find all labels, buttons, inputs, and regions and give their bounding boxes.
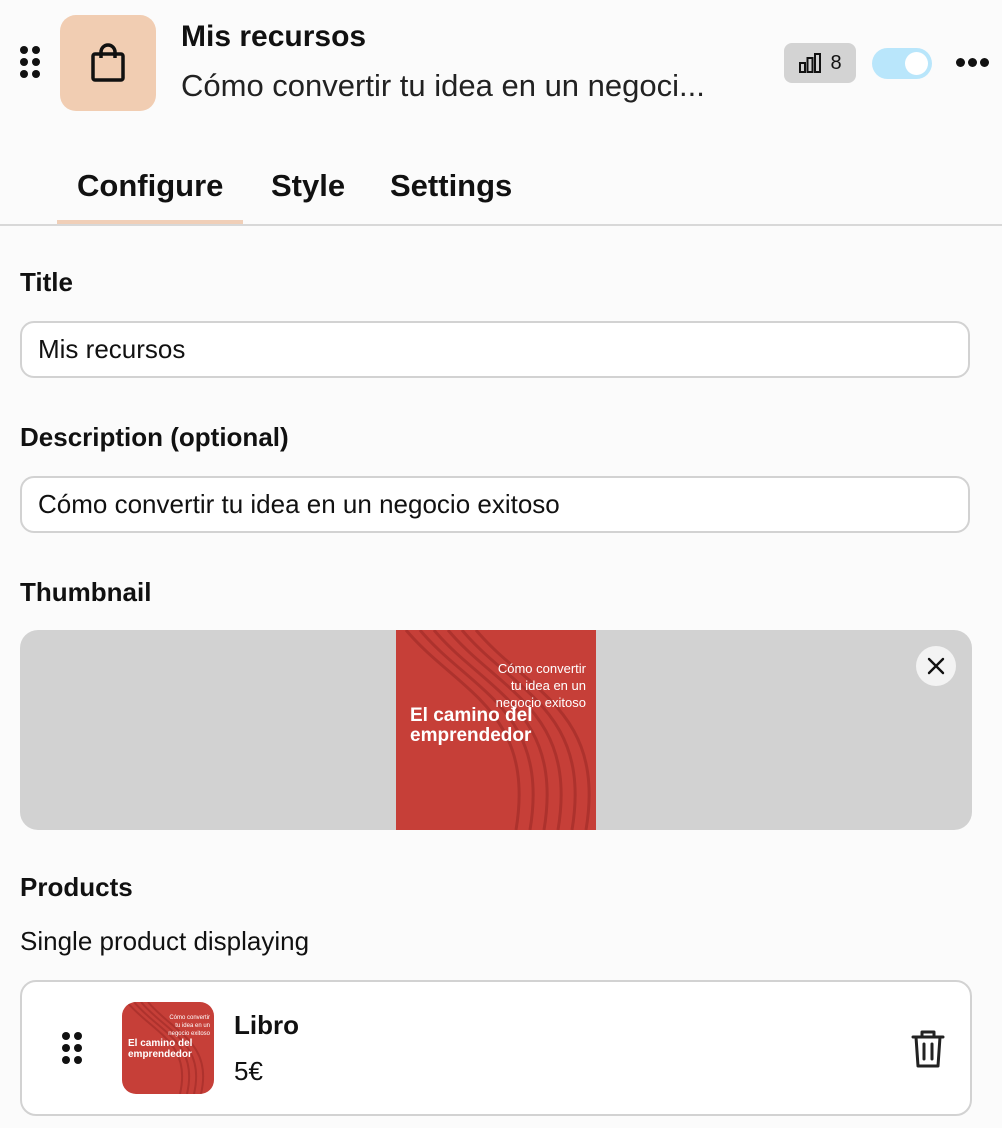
block-icon-tile [60, 15, 156, 111]
product-name: Libro [234, 1010, 299, 1040]
description-label: Description (optional) [20, 422, 289, 452]
products-helper-text: Single product displaying [20, 926, 310, 956]
toggle-knob [905, 52, 928, 75]
trash-icon [911, 1030, 945, 1068]
description-input[interactable]: Cómo convertir tu idea en un negocio exi… [20, 476, 970, 533]
drag-handle-icon[interactable] [20, 46, 42, 80]
product-drag-handle-icon[interactable] [62, 1032, 84, 1066]
product-item[interactable]: Cómo convertir tu idea en un negocio exi… [20, 980, 972, 1116]
tab-settings[interactable]: Settings [390, 168, 512, 220]
tab-bar: Configure Style Settings [0, 150, 1002, 226]
close-icon [927, 657, 945, 675]
shopping-bag-icon [91, 43, 125, 82]
product-thumbnail: Cómo convertir tu idea en un negocio exi… [122, 1002, 214, 1094]
product-price: 5€ [234, 1056, 263, 1086]
thumbnail-preview[interactable]: Cómo convertir tu idea en un negocio exi… [20, 630, 972, 830]
cover-title: El camino del emprendedor [410, 705, 533, 746]
tab-style[interactable]: Style [271, 168, 345, 220]
delete-product-button[interactable] [910, 1028, 946, 1075]
cover-subtitle: Cómo convertir tu idea en un negocio exi… [495, 661, 586, 710]
tab-configure[interactable]: Configure [56, 168, 244, 224]
book-cover-image: Cómo convertir tu idea en un negocio exi… [396, 630, 596, 830]
stats-badge[interactable]: 8 [784, 43, 856, 83]
product-cover-subtitle: Cómo convertir tu idea en un negocio exi… [168, 1015, 210, 1037]
remove-thumbnail-button[interactable] [916, 646, 956, 686]
bar-chart-icon [799, 53, 822, 73]
product-cover-title: El camino del emprendedor [128, 1038, 193, 1060]
stats-count: 8 [830, 51, 842, 74]
block-title: Mis recursos [181, 20, 367, 53]
enable-toggle[interactable] [872, 48, 932, 79]
products-label: Products [20, 872, 133, 902]
block-subtitle: Cómo convertir tu idea en un negoci... [181, 68, 705, 103]
title-input[interactable]: Mis recursos [20, 321, 970, 378]
title-label: Title [20, 267, 73, 297]
more-options-icon[interactable] [956, 58, 990, 70]
thumbnail-label: Thumbnail [20, 577, 152, 607]
